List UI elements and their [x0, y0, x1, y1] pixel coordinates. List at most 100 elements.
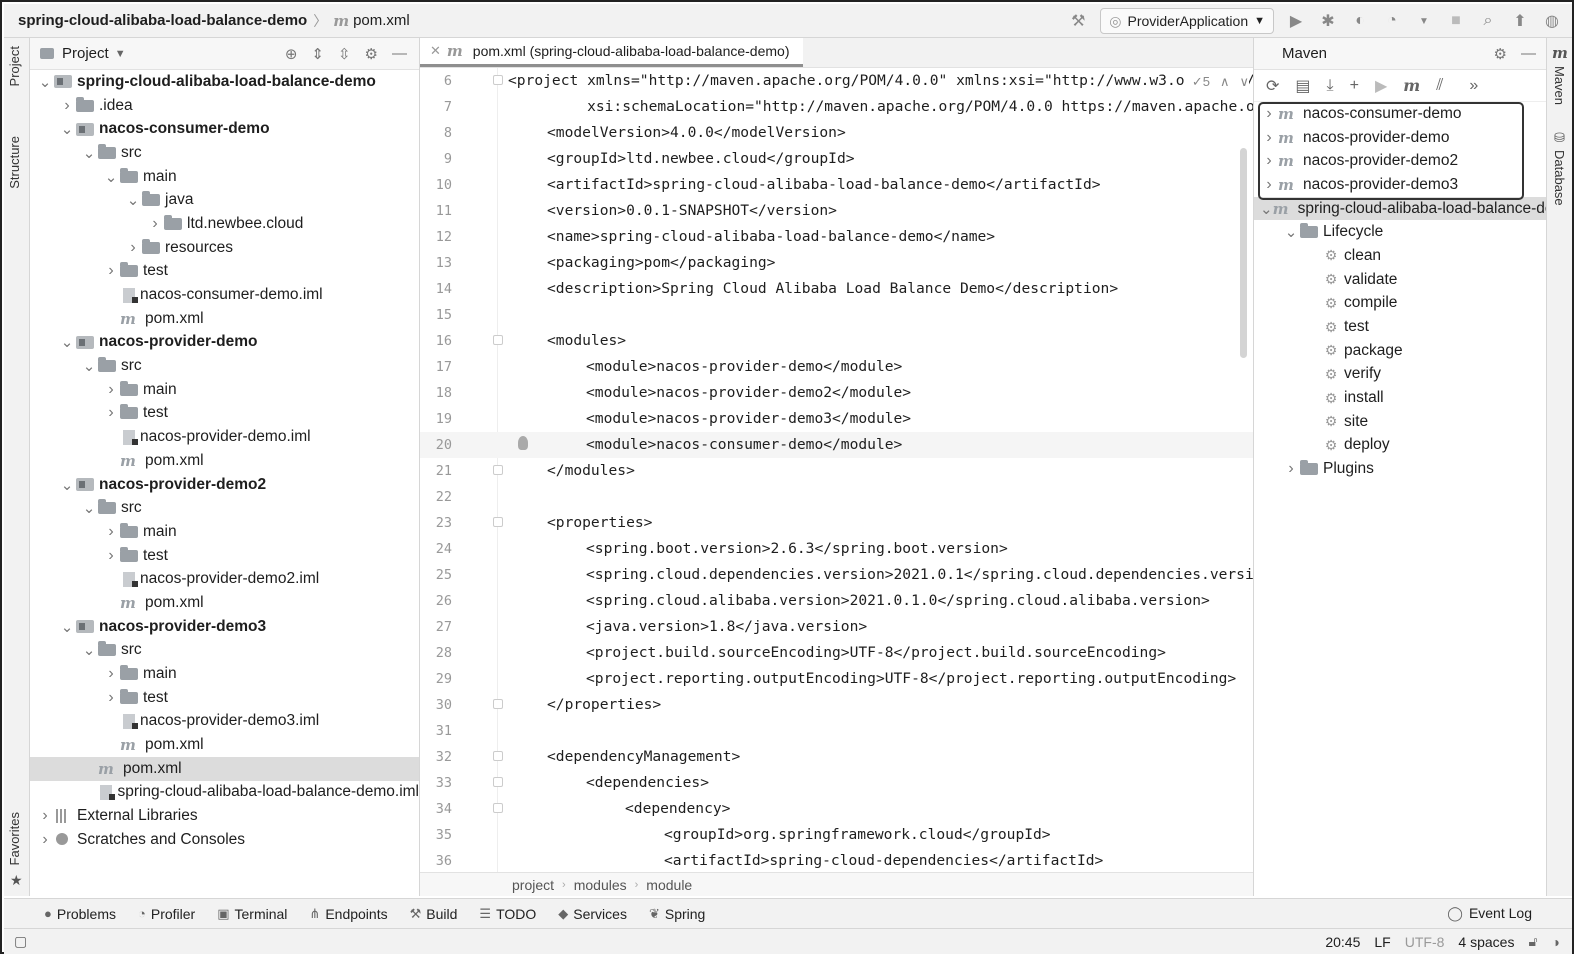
chevron-down-icon[interactable]: ⌄	[1282, 223, 1300, 241]
debug-icon[interactable]: ✱	[1318, 11, 1338, 31]
tool-button-endpoints[interactable]: ⋔ Endpoints	[309, 906, 387, 922]
code-line[interactable]: 13 <packaging>pom</packaging>	[420, 250, 1253, 276]
maven-item[interactable]: ⌄m spring-cloud-alibaba-load-balance-demo	[1254, 196, 1546, 221]
event-log-button[interactable]: ◯ Event Log	[1447, 905, 1532, 922]
chevron-right-icon[interactable]: ›	[36, 807, 54, 825]
tree-item[interactable]: ⌄ nacos-provider-demo3	[30, 615, 419, 639]
run-icon[interactable]: ▶	[1286, 11, 1306, 31]
tree-item[interactable]: › ltd.newbee.cloud	[30, 212, 419, 236]
fold-marker-icon[interactable]	[493, 517, 503, 527]
more-run-icon[interactable]: ▼	[1414, 16, 1434, 27]
tree-item[interactable]: ⌄ src	[30, 141, 419, 165]
chevron-right-icon[interactable]: ›	[102, 262, 120, 280]
tree-item[interactable]: nacos-provider-demo3.iml	[30, 710, 419, 734]
tree-item[interactable]: › resources	[30, 236, 419, 260]
tree-item[interactable]: ⌄ main	[30, 165, 419, 189]
chevron-down-icon[interactable]: ⌄	[102, 168, 120, 186]
chevron-right-icon[interactable]: ›	[1260, 105, 1278, 123]
code-line[interactable]: 34 <dependency>	[420, 796, 1253, 822]
line-separator[interactable]: LF	[1374, 934, 1390, 950]
code-line[interactable]: 11 <version>0.0.1-SNAPSHOT</version>	[420, 198, 1253, 224]
code-line[interactable]: 27 <java.version>1.8</java.version>	[420, 614, 1253, 640]
code-line[interactable]: 8 <modelVersion>4.0.0</modelVersion>	[420, 120, 1253, 146]
tree-item[interactable]: ⌄ src	[30, 496, 419, 520]
chevron-down-icon[interactable]: ⌄	[36, 73, 54, 91]
tool-button-services[interactable]: ◆ Services	[558, 906, 627, 922]
chevron-right-icon[interactable]: ›	[1282, 460, 1300, 478]
maven-item[interactable]: ⚙ test	[1254, 315, 1546, 339]
chevron-down-icon[interactable]: ⌄	[80, 499, 98, 517]
code-line[interactable]: 23 <properties>	[420, 510, 1253, 536]
maven-item[interactable]: › Plugins	[1254, 457, 1546, 481]
tool-button-todo[interactable]: ☰ TODO	[479, 906, 536, 922]
code-line[interactable]: 25 <spring.cloud.dependencies.version>202…	[420, 562, 1253, 588]
chevron-down-icon[interactable]: ∨	[1239, 74, 1249, 90]
memory-icon[interactable]: ◑	[1552, 934, 1560, 950]
maven-item[interactable]: ⚙ site	[1254, 410, 1546, 434]
tree-item[interactable]: › test	[30, 260, 419, 284]
fold-marker-icon[interactable]	[493, 699, 503, 709]
tool-tab-favorites[interactable]: Favorites	[7, 812, 22, 865]
tree-item[interactable]: nacos-provider-demo2.iml	[30, 567, 419, 591]
gear-icon[interactable]: ⚙	[1494, 45, 1507, 63]
tool-button-build[interactable]: ⚒ Build	[410, 906, 458, 922]
chevron-down-icon[interactable]: ▼	[115, 48, 126, 60]
tool-tab-database[interactable]: Database	[1552, 150, 1567, 206]
maven-item[interactable]: ⚙ validate	[1254, 268, 1546, 292]
code-line[interactable]: 15	[420, 302, 1253, 328]
tool-button-problems[interactable]: ● Problems	[44, 906, 116, 922]
add-icon[interactable]: +	[1350, 77, 1359, 95]
tree-item[interactable]: › test	[30, 402, 419, 426]
tool-tab-project[interactable]: Project	[7, 46, 22, 86]
tree-item[interactable]: ⌄ src	[30, 639, 419, 663]
tree-item[interactable]: › test	[30, 544, 419, 568]
code-line[interactable]: 35 <groupId>org.springframework.cloud</gr…	[420, 822, 1253, 848]
tree-item[interactable]: › External Libraries	[30, 804, 419, 828]
run-configuration-select[interactable]: ◎ ProviderApplication ▼	[1100, 8, 1274, 34]
gear-icon[interactable]: ⚙	[365, 45, 378, 63]
tree-item[interactable]: ⌄ nacos-provider-demo2	[30, 473, 419, 497]
hammer-icon[interactable]: ⚒	[1068, 11, 1088, 31]
toggle-offline-icon[interactable]: ⫽	[1436, 77, 1443, 95]
tree-item[interactable]: › test	[30, 686, 419, 710]
chevron-right-icon[interactable]: ›	[102, 547, 120, 565]
tree-item[interactable]: nacos-provider-demo.iml	[30, 425, 419, 449]
tree-item[interactable]: › main	[30, 378, 419, 402]
maven-item[interactable]: › m nacos-provider-demo	[1254, 126, 1546, 150]
coverage-icon[interactable]: ◐	[1350, 12, 1370, 30]
breadcrumb-file[interactable]: pom.xml	[353, 12, 410, 29]
reload-icon[interactable]: ⟳	[1266, 76, 1279, 96]
chevron-right-icon[interactable]: ›	[1260, 129, 1278, 147]
chevron-right-icon[interactable]: ›	[102, 381, 120, 399]
chevron-down-icon[interactable]: ⌄	[1260, 200, 1273, 218]
fold-marker-icon[interactable]	[493, 335, 503, 345]
tool-button-profiler[interactable]: ◔ Profiler	[138, 906, 195, 922]
code-line[interactable]: 14 <description>Spring Cloud Alibaba Load…	[420, 276, 1253, 302]
chevron-right-icon[interactable]: ›	[1260, 152, 1278, 170]
maven-item[interactable]: › m nacos-provider-demo2	[1254, 149, 1546, 173]
code-line[interactable]: 20 <module>nacos-consumer-demo</module>	[420, 432, 1253, 458]
code-line[interactable]: 28 <project.build.sourceEncoding>UTF-8</p…	[420, 640, 1253, 666]
maven-item[interactable]: ⌄ Lifecycle	[1254, 220, 1546, 244]
tree-item[interactable]: m pom.xml	[30, 756, 419, 781]
project-view-title[interactable]: Project	[62, 45, 109, 62]
chevron-down-icon[interactable]: ⌄	[80, 144, 98, 162]
indent-setting[interactable]: 4 spaces	[1458, 934, 1514, 950]
file-encoding[interactable]: UTF-8	[1405, 934, 1445, 950]
code-line[interactable]: 22	[420, 484, 1253, 510]
maven-item[interactable]: ⚙ clean	[1254, 244, 1546, 268]
code-line[interactable]: 21 </modules>	[420, 458, 1253, 484]
chevron-right-icon[interactable]: ›	[102, 689, 120, 707]
maven-item[interactable]: ⚙ verify	[1254, 363, 1546, 387]
fold-marker-icon[interactable]	[493, 751, 503, 761]
fold-marker-icon[interactable]	[493, 777, 503, 787]
chevron-down-icon[interactable]: ⌄	[58, 120, 76, 138]
chevron-right-icon[interactable]: ›	[102, 404, 120, 422]
tree-item[interactable]: ⌄ nacos-consumer-demo	[30, 117, 419, 141]
collapse-all-icon[interactable]: ⇳	[338, 45, 351, 63]
tool-button-terminal[interactable]: ▣ Terminal	[217, 906, 287, 922]
update-icon[interactable]: ⬆	[1510, 11, 1530, 31]
chevron-down-icon[interactable]: ⌄	[58, 618, 76, 636]
tree-item[interactable]: ⌄ nacos-provider-demo	[30, 331, 419, 355]
tool-tab-structure[interactable]: Structure	[7, 136, 22, 189]
